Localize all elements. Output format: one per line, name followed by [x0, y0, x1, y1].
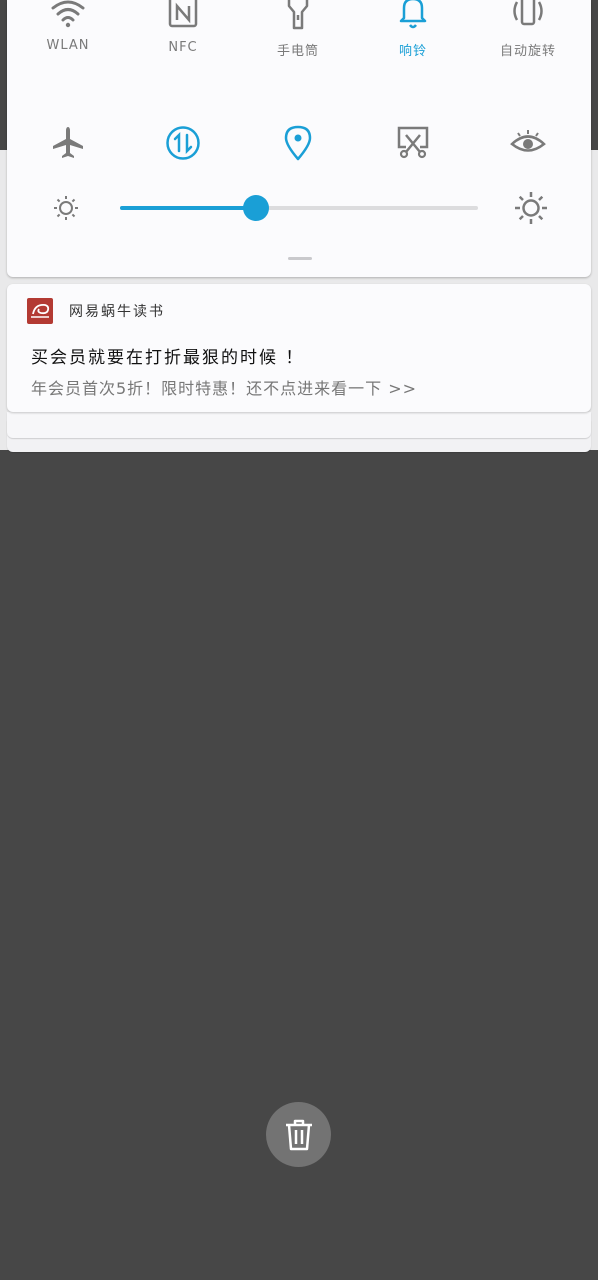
- tile-auto-rotate-label: 自动旋转: [499, 44, 556, 59]
- tile-nfc-label: NFC: [168, 40, 198, 55]
- bell-icon: [399, 0, 427, 29]
- tile-location[interactable]: [253, 125, 343, 161]
- eye-comfort-icon: [510, 130, 546, 152]
- tile-flashlight-label: 手电筒: [276, 44, 319, 59]
- tile-auto-rotate[interactable]: 自动旋转: [483, 0, 573, 59]
- tile-flashlight[interactable]: 手电筒: [253, 0, 343, 59]
- notification-body: 年会员首次5折！限时特惠！还不点进来看一下 >>: [31, 379, 418, 398]
- mobile-data-icon: [166, 126, 200, 160]
- notification-app-name: 网易蜗牛读书: [69, 304, 165, 320]
- tile-nfc[interactable]: NFC: [138, 0, 228, 55]
- brightness-high-icon: [513, 190, 549, 230]
- brightness-slider-fill: [120, 206, 257, 210]
- tile-airplane-mode[interactable]: [23, 125, 113, 161]
- clear-notifications-button[interactable]: [266, 1102, 331, 1167]
- airplane-mode-icon: [53, 127, 83, 158]
- tile-ringer-label: 响铃: [398, 44, 427, 59]
- brightness-slider-thumb[interactable]: [243, 195, 270, 221]
- quick-settings-panel: WLAN NFC 手电筒 响铃 自动旋转: [7, 0, 591, 277]
- tile-wlan[interactable]: WLAN: [23, 0, 113, 53]
- notification-title: 买会员就要在打折最狠的时候 ！: [31, 348, 305, 368]
- auto-rotate-icon: [513, 0, 543, 26]
- trash-icon: [286, 1119, 312, 1151]
- screen-cast-icon: [397, 126, 429, 159]
- brightness-low-icon: [53, 190, 79, 230]
- brightness-slider[interactable]: [120, 195, 478, 221]
- location-icon: [284, 125, 312, 161]
- tile-eye-comfort[interactable]: [483, 125, 573, 161]
- nfc-icon: [168, 0, 198, 28]
- wifi-icon: [51, 0, 85, 28]
- tile-ringer[interactable]: 响铃: [368, 0, 458, 59]
- notification-card[interactable]: 网易蜗牛读书 买会员就要在打折最狠的时候 ！ 年会员首次5折！限时特惠！还不点进…: [7, 284, 591, 412]
- notification-stack-card[interactable]: [7, 412, 591, 438]
- flashlight-icon: [287, 0, 309, 30]
- drag-handle[interactable]: [288, 257, 312, 260]
- tile-wlan-label: WLAN: [46, 38, 90, 53]
- brightness-row: [7, 190, 591, 226]
- tile-screen-cast[interactable]: [368, 125, 458, 159]
- tile-mobile-data[interactable]: [138, 125, 228, 161]
- netease-snail-reading-icon: [27, 298, 53, 324]
